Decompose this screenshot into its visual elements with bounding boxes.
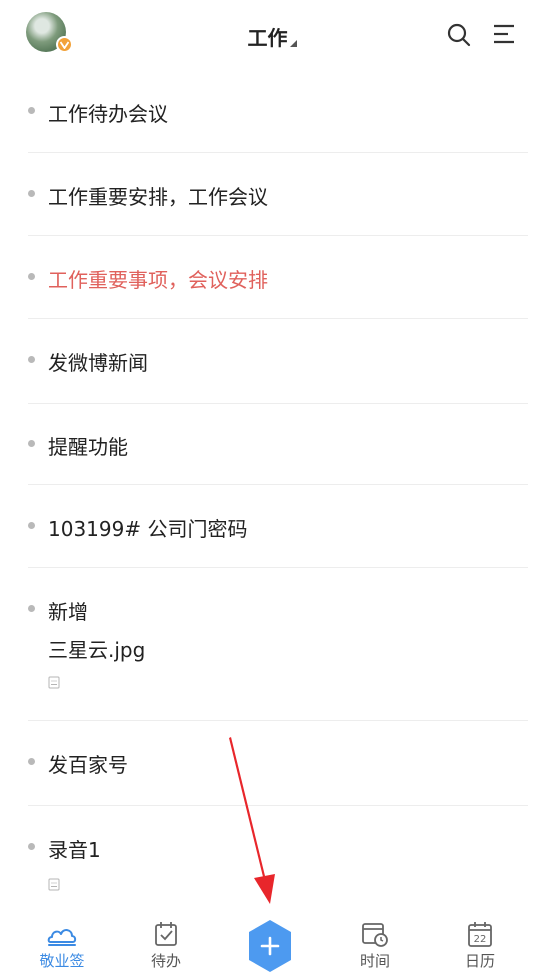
list-item[interactable]: 录音1: [28, 806, 528, 916]
tab-time[interactable]: 时间: [335, 920, 415, 971]
attachment-icon: [48, 878, 60, 891]
bullet-dot: [28, 522, 35, 529]
bullet-dot: [28, 107, 35, 114]
tab-label: 敬业签: [39, 952, 85, 970]
list-item[interactable]: 工作重要事项，会议安排: [28, 236, 528, 319]
list-item[interactable]: 工作待办会议: [28, 70, 528, 153]
note-text: 103199# 公司门密码: [48, 517, 248, 541]
tab-label: 日历: [464, 952, 495, 970]
add-note-button[interactable]: [245, 918, 295, 974]
list-item[interactable]: 103199# 公司门密码: [28, 485, 528, 568]
list-item[interactable]: 工作重要安排，工作会议: [28, 153, 528, 236]
app-header: 工作: [0, 0, 544, 70]
page-title: 工作: [247, 26, 288, 50]
tab-label: 时间: [359, 952, 390, 970]
note-text: 发百家号: [48, 753, 128, 777]
caret-down-icon: [289, 40, 297, 47]
tab-jingyeqian[interactable]: 敬业签: [22, 920, 102, 971]
calendar-day-number: 22: [474, 934, 487, 945]
note-text: 提醒功能: [48, 435, 128, 459]
note-text-highlighted: 工作重要事项，会议安排: [48, 268, 268, 292]
bullet-dot: [28, 605, 35, 612]
list-item[interactable]: 发微博新闻: [28, 319, 528, 404]
note-text: 新增: [48, 600, 88, 624]
note-text-line2: 三星云.jpg: [48, 638, 146, 662]
tab-label: 待办: [150, 952, 181, 970]
list-item[interactable]: 发百家号: [28, 721, 528, 806]
bullet-dot: [28, 190, 35, 197]
search-icon[interactable]: [446, 22, 472, 48]
list-item[interactable]: 新增 三星云.jpg: [28, 568, 528, 721]
attachment-icon: [48, 676, 60, 689]
bullet-dot: [28, 843, 35, 850]
list-item[interactable]: 提醒功能: [28, 404, 528, 485]
bullet-dot: [28, 758, 35, 765]
tab-todo[interactable]: 待办: [126, 920, 206, 971]
menu-icon[interactable]: [492, 22, 516, 46]
time-calendar-clock-icon: [362, 923, 388, 947]
bullet-dot: [28, 273, 35, 280]
note-text: 工作重要安排，工作会议: [48, 185, 268, 209]
todo-calendar-check-icon: [155, 922, 177, 946]
note-list: 工作待办会议 工作重要安排，工作会议 工作重要事项，会议安排 发微博新闻 提醒功…: [0, 70, 544, 916]
tab-calendar[interactable]: 22 日历: [440, 920, 520, 971]
note-text: 工作待办会议: [48, 102, 168, 126]
bottom-nav: 敬业签 待办 时间 22 日历: [0, 912, 544, 980]
bullet-dot: [28, 440, 35, 447]
calendar-icon: 22: [468, 922, 492, 947]
note-text: 发微博新闻: [48, 351, 148, 375]
bullet-dot: [28, 356, 35, 363]
cloud-icon: [47, 929, 77, 946]
note-text: 录音1: [48, 838, 101, 862]
